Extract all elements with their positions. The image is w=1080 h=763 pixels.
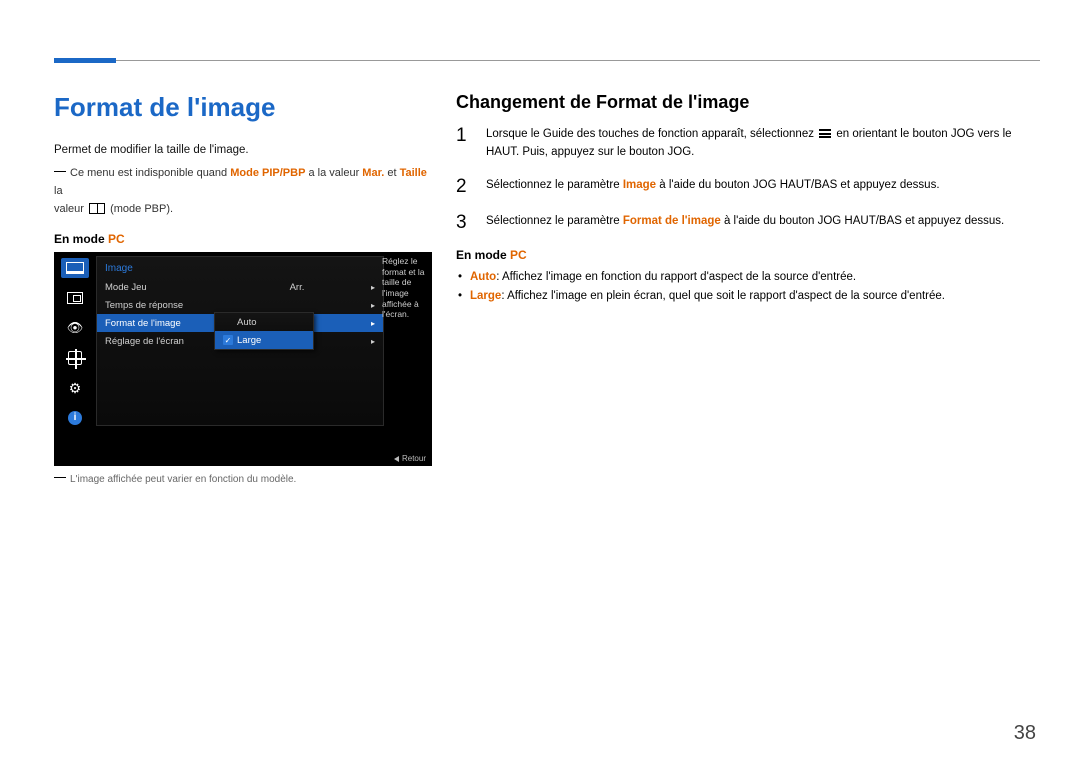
osd-sidebar: 👁 ⚙ i: [54, 252, 96, 466]
mode-label-left: En mode PC: [54, 232, 432, 246]
osd-submenu: Auto ✓Large: [214, 312, 314, 350]
osd-panel-title: Image: [97, 257, 383, 278]
osd-icon-gear: ⚙: [61, 378, 89, 398]
chevron-right-icon: ▸: [371, 301, 375, 310]
accent-bar: [54, 58, 116, 63]
osd-icon-target: [61, 348, 89, 368]
triangle-left-icon: [394, 456, 399, 462]
steps-list: 1 Lorsque le Guide des touches de foncti…: [456, 125, 1040, 234]
fn-taille: Taille: [400, 167, 427, 179]
step-text-3: Sélectionnez le paramètre Format de l'im…: [486, 212, 1040, 234]
osd-icon-eye: 👁: [61, 318, 89, 338]
menu-icon: [819, 129, 831, 138]
osd-sub-auto: Auto: [215, 313, 313, 331]
step-3: 3 Sélectionnez le paramètre Format de l'…: [456, 212, 1040, 234]
intro-text: Permet de modifier la taille de l'image.: [54, 141, 432, 159]
fn-pbp: (mode PBP).: [107, 203, 173, 215]
osd-icon-pip: [61, 288, 89, 308]
fn-valeur: valeur: [54, 203, 87, 215]
pbp-mode-icon: [89, 203, 105, 214]
right-column: Changement de Format de l'image 1 Lorsqu…: [456, 92, 1040, 485]
osd-screenshot: 👁 ⚙ i Image Mode JeuArr.▸ Temps de répon…: [54, 252, 432, 466]
page: Format de l'image Permet de modifier la …: [0, 0, 1080, 763]
fn-et: et: [384, 167, 399, 179]
fn-mode: Mode PIP/PBP: [230, 167, 305, 179]
step-num-2: 2: [456, 176, 472, 198]
dash-icon: [54, 171, 66, 172]
mode-pc: PC: [108, 232, 125, 246]
step-num-1: 1: [456, 125, 472, 162]
osd-description: Réglez le format et la taille de l'image…: [382, 256, 428, 320]
check-icon: ✓: [223, 335, 233, 345]
mode-prefix: En mode: [54, 232, 108, 246]
bullet-auto: Auto: Affichez l'image en fonction du ra…: [456, 268, 1040, 288]
page-number: 38: [1014, 722, 1036, 745]
step-num-3: 3: [456, 212, 472, 234]
osd-sub-large: ✓Large: [215, 331, 313, 349]
subsection-title: Changement de Format de l'image: [456, 92, 1040, 113]
fn-mar: Mar.: [362, 167, 384, 179]
step-1: 1 Lorsque le Guide des touches de foncti…: [456, 125, 1040, 162]
step-text-2: Sélectionnez le paramètre Image à l'aide…: [486, 176, 1040, 198]
chevron-right-icon: ▸: [371, 319, 375, 328]
bullet-large: Large: Affichez l'image en plein écran, …: [456, 287, 1040, 307]
fn-la: la: [54, 185, 63, 197]
chevron-right-icon: ▸: [371, 283, 375, 292]
fn-pre: Ce menu est indisponible quand: [70, 167, 230, 179]
step-2: 2 Sélectionnez le paramètre Image à l'ai…: [456, 176, 1040, 198]
chevron-right-icon: ▸: [371, 337, 375, 346]
image-note: L'image affichée peut varier en fonction…: [54, 474, 432, 485]
left-column: Format de l'image Permet de modifier la …: [54, 92, 432, 485]
dash-icon: [54, 477, 66, 478]
osd-row-modejeu: Mode JeuArr.▸: [97, 278, 383, 296]
bullet-list: Auto: Affichez l'image en fonction du ra…: [456, 268, 1040, 307]
step-text-1: Lorsque le Guide des touches de fonction…: [486, 125, 1040, 162]
fn-mid: a la valeur: [305, 167, 362, 179]
footnote: Ce menu est indisponible quand Mode PIP/…: [54, 165, 432, 218]
osd-icon-image: [61, 258, 89, 278]
mode-label-right: En mode PC: [456, 248, 1040, 262]
top-rule: [116, 60, 1040, 61]
osd-icon-info: i: [61, 408, 89, 428]
osd-return: Retour: [394, 454, 426, 463]
section-title: Format de l'image: [54, 92, 432, 123]
columns: Format de l'image Permet de modifier la …: [54, 92, 1040, 485]
